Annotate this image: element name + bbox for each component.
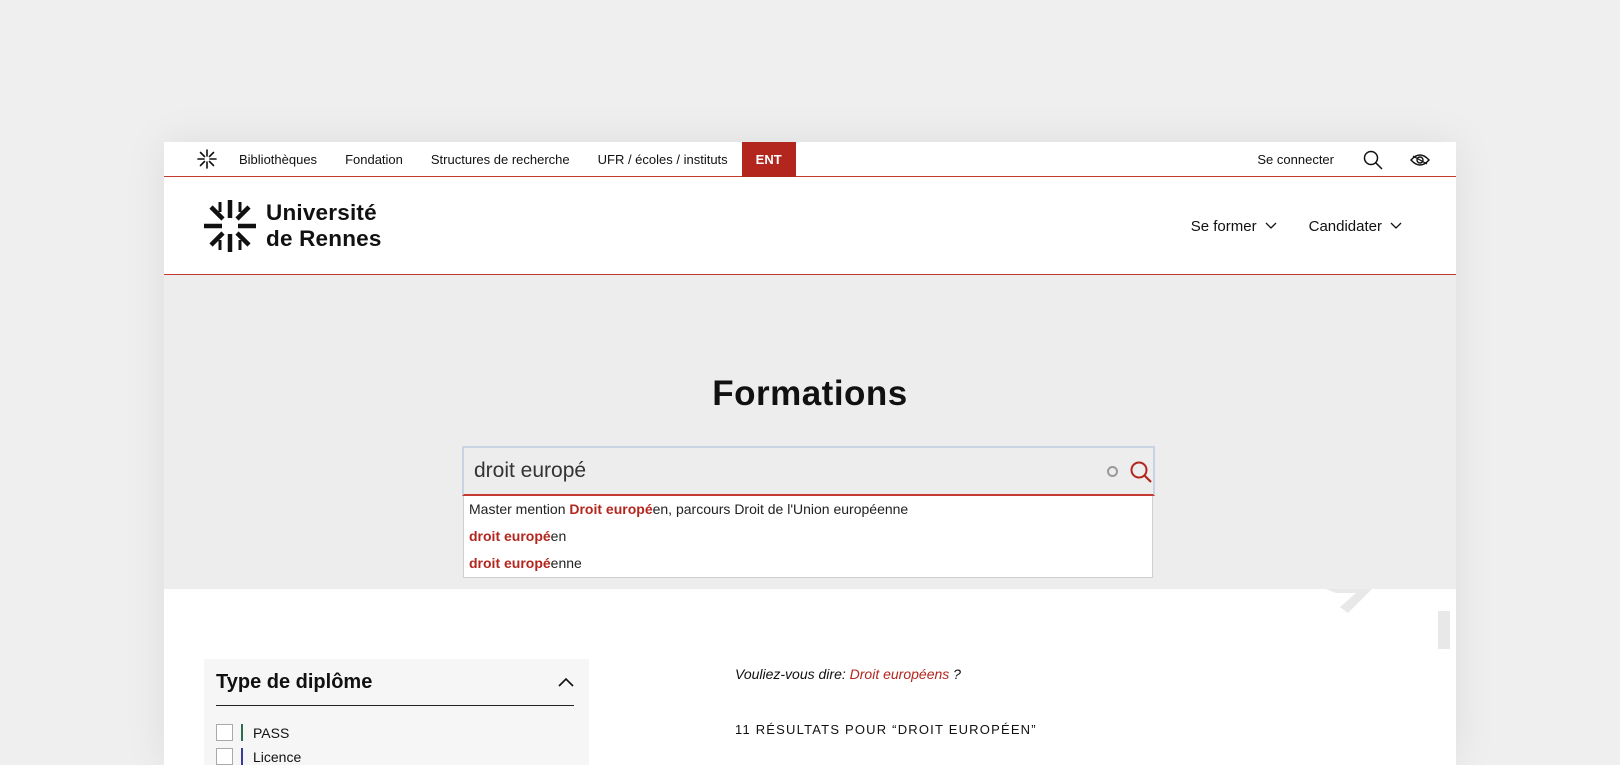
autocomplete-item[interactable]: droit européen xyxy=(464,523,1152,550)
checkbox[interactable] xyxy=(216,748,233,765)
chevron-down-icon xyxy=(1390,222,1402,229)
site-header: Université de Rennes Se former Candidate… xyxy=(164,177,1456,275)
link-ufr-ecoles-instituts[interactable]: UFR / écoles / instituts xyxy=(584,142,742,177)
main-nav: Se former Candidater xyxy=(1159,177,1402,275)
did-you-mean-link[interactable]: Droit européens xyxy=(850,666,950,682)
ent-button[interactable]: ENT xyxy=(741,142,796,177)
search-icon[interactable] xyxy=(1362,149,1384,171)
hero-section: Formations Master mention Droit européen… xyxy=(164,275,1456,589)
filter-header[interactable]: Type de diplôme xyxy=(216,659,574,706)
autocomplete-item[interactable]: droit européenne xyxy=(464,550,1152,577)
decorative-bar xyxy=(1438,611,1450,649)
university-logo-icon xyxy=(204,200,256,252)
link-fondation[interactable]: Fondation xyxy=(331,142,417,177)
nav-se-former[interactable]: Se former xyxy=(1191,218,1277,235)
checkbox[interactable] xyxy=(216,724,233,741)
university-logo[interactable]: Université de Rennes xyxy=(202,198,382,254)
search-input[interactable] xyxy=(474,448,1074,494)
university-star-icon[interactable] xyxy=(197,149,217,169)
results-count: 11 RÉSULTATS POUR “DROIT EUROPÉEN” xyxy=(735,722,1037,737)
results-section: Type de diplôme PASS Licence Vouliez-vou… xyxy=(164,589,1456,765)
color-bar xyxy=(241,748,243,765)
browser-page: Bibliothèques Fondation Structures de re… xyxy=(164,142,1456,765)
page-title: Formations xyxy=(712,374,908,413)
filter-option-pass[interactable]: PASS xyxy=(216,724,289,741)
chevron-up-icon[interactable] xyxy=(558,677,574,687)
link-bibliotheques[interactable]: Bibliothèques xyxy=(225,142,331,177)
autocomplete-list: Master mention Droit européen, parcours … xyxy=(463,496,1153,578)
utility-links: Bibliothèques Fondation Structures de re… xyxy=(225,142,796,177)
search-submit-icon[interactable] xyxy=(1129,460,1153,484)
loading-spinner-icon xyxy=(1107,466,1118,477)
did-you-mean: Vouliez-vous dire: Droit européens ? xyxy=(735,666,961,682)
filter-title: Type de diplôme xyxy=(216,670,373,693)
link-structures-recherche[interactable]: Structures de recherche xyxy=(417,142,584,177)
accessibility-eye-icon[interactable] xyxy=(1409,149,1431,171)
chevron-down-icon xyxy=(1265,222,1277,229)
decorative-shape xyxy=(1326,589,1372,613)
filter-panel: Type de diplôme PASS Licence xyxy=(204,659,589,765)
logo-text-line1: Université xyxy=(266,200,377,225)
nav-candidater[interactable]: Candidater xyxy=(1309,218,1402,235)
utility-bar: Bibliothèques Fondation Structures de re… xyxy=(164,142,1456,177)
login-link[interactable]: Se connecter xyxy=(1257,152,1334,167)
search-box xyxy=(462,446,1155,496)
autocomplete-item[interactable]: Master mention Droit européen, parcours … xyxy=(464,496,1152,523)
filter-option-licence[interactable]: Licence xyxy=(216,748,301,765)
color-bar xyxy=(241,724,243,741)
logo-text-line2: de Rennes xyxy=(266,226,382,251)
